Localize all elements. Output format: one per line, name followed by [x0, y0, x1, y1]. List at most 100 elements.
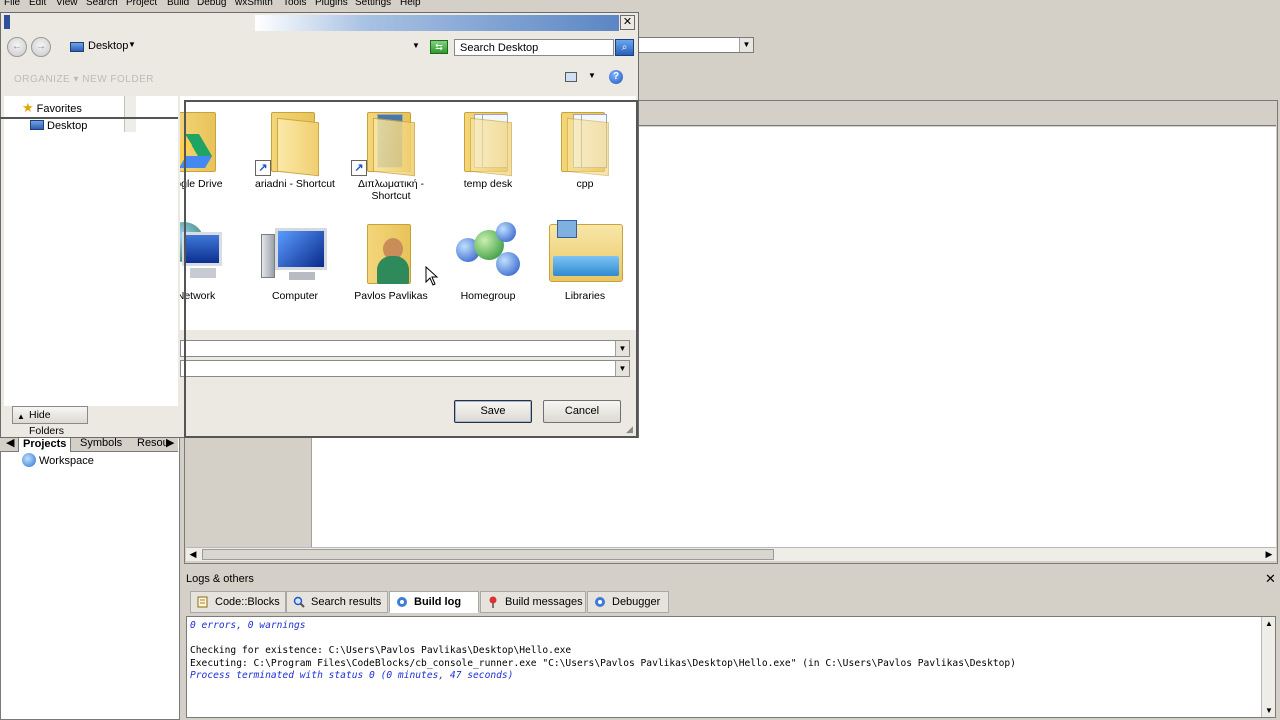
scrollbar-thumb[interactable] — [202, 549, 774, 560]
chevron-down-icon[interactable]: ▼ — [128, 40, 136, 49]
address-text: Desktop — [88, 40, 129, 52]
scroll-down-icon[interactable]: ▼ — [1265, 706, 1273, 715]
tab-build-log[interactable]: Build log ✕ — [389, 591, 492, 613]
file-label: Libraries — [564, 290, 606, 302]
gear-icon — [595, 597, 605, 607]
scroll-left-icon[interactable]: ◀ — [186, 548, 200, 561]
file-item-temp-desk[interactable]: temp desk — [442, 104, 534, 190]
file-item-libraries[interactable]: Libraries — [539, 216, 631, 302]
tab-search-results[interactable]: Search results — [286, 591, 388, 613]
chevron-down-icon[interactable]: ▼ — [615, 341, 629, 356]
file-label: ariadni - Shortcut — [255, 178, 335, 190]
mouse-cursor-icon — [425, 266, 439, 286]
file-label: temp desk — [463, 178, 513, 190]
build-log-output[interactable]: 0 errors, 0 warnings Checking for existe… — [186, 616, 1276, 718]
file-item-computer[interactable]: Computer — [249, 216, 341, 302]
chevron-down-icon: ▼ — [739, 38, 753, 52]
menu-tools[interactable]: Tools — [283, 0, 306, 8]
scroll-right-icon[interactable]: ▶ — [1262, 548, 1276, 561]
menu-debug[interactable]: Debug — [197, 0, 226, 8]
tab-debugger[interactable]: Debugger — [587, 591, 669, 613]
folder-icon — [549, 104, 621, 177]
hide-folders-button[interactable]: ▲ Hide Folders — [12, 406, 88, 437]
homegroup-icon — [452, 216, 524, 288]
toolbar-commands-faded: ORGANIZE ▾ NEW FOLDER — [14, 74, 154, 85]
search-icon[interactable]: ⌕ — [615, 39, 634, 56]
menu-search[interactable]: Search — [86, 0, 118, 8]
save-button[interactable]: Save — [454, 400, 532, 423]
chevron-down-icon[interactable]: ▼ — [412, 41, 420, 50]
file-item-diplomatiki-shortcut[interactable]: ↗ Διπλωματική - Shortcut — [345, 104, 437, 202]
file-label: Pavlos Pavlikas — [354, 290, 428, 302]
file-list[interactable]: oogle Drive ↗ ariadni - Shortcut ↗ Διπλω… — [180, 96, 636, 330]
refresh-icon[interactable]: ⇆ — [430, 40, 448, 54]
desktop-icon — [70, 42, 84, 52]
menu-plugins[interactable]: Plugins — [315, 0, 348, 8]
nav-item-favorites[interactable]: ★ Favorites — [22, 100, 82, 116]
tab-codeblocks-log[interactable]: Code::Blocks — [190, 591, 286, 613]
menu-file[interactable]: File — [4, 0, 20, 8]
tab-build-messages[interactable]: Build messages — [480, 591, 586, 613]
network-icon — [180, 216, 232, 288]
workspace-icon — [22, 453, 36, 467]
folder-shortcut-icon: ↗ — [351, 104, 427, 177]
views-icon[interactable] — [565, 72, 577, 82]
log-line: Checking for existence: C:\Users\Pavlos … — [190, 645, 572, 656]
dialog-titlebar[interactable] — [255, 15, 619, 31]
desktop-icon — [30, 120, 44, 130]
file-item-cpp[interactable]: cpp — [539, 104, 631, 190]
chevron-down-icon[interactable]: ▼ — [588, 71, 596, 80]
file-item-pavlos-pavlikas[interactable]: Pavlos Pavlikas — [345, 216, 437, 302]
menu-settings[interactable]: Settings — [355, 0, 391, 8]
toolbar-combo[interactable]: ▼ — [638, 37, 754, 53]
file-item-homegroup[interactable]: Homegroup — [442, 216, 534, 302]
logs-vertical-scrollbar[interactable]: ▲ ▼ — [1261, 617, 1275, 717]
back-icon[interactable]: ← — [7, 37, 27, 57]
folder-shortcut-icon: ↗ — [255, 104, 331, 177]
close-icon[interactable]: ✕ — [620, 15, 635, 30]
gear-icon — [397, 597, 407, 607]
file-label: Computer — [271, 290, 319, 302]
menu-wxsmith[interactable]: wxSmith — [235, 0, 273, 8]
workspace-tree-item[interactable]: Workspace — [22, 453, 94, 469]
log-line: Process terminated with status 0 (0 minu… — [190, 670, 514, 681]
shortcut-arrow-icon: ↗ — [351, 160, 367, 176]
search-input[interactable]: Search Desktop — [454, 39, 614, 56]
help-icon[interactable]: ? — [609, 70, 623, 84]
cancel-button[interactable]: Cancel — [543, 400, 621, 423]
scroll-up-icon[interactable]: ▲ — [1265, 619, 1273, 628]
menu-project[interactable]: Project — [126, 0, 157, 8]
save-as-type-combobox[interactable]: ▼ — [180, 360, 630, 377]
management-panel — [0, 428, 180, 720]
shortcut-arrow-icon: ↗ — [255, 160, 271, 176]
chevron-down-icon[interactable]: ▼ — [615, 361, 629, 376]
file-item-network[interactable]: Network — [180, 216, 242, 302]
nav-scrollbar[interactable] — [124, 96, 136, 132]
tab-label: Build messages — [505, 596, 583, 608]
editor-horizontal-scrollbar[interactable]: ◀ ▶ — [186, 547, 1276, 561]
logs-panel-title: Logs & others — [186, 573, 254, 585]
app-icon — [4, 15, 10, 29]
pin-icon — [489, 596, 497, 608]
file-label: cpp — [576, 178, 594, 190]
libraries-icon — [549, 216, 623, 288]
file-item-google-drive[interactable]: oogle Drive — [180, 104, 242, 190]
close-icon[interactable]: ✕ — [1265, 571, 1276, 587]
window-outline-edge — [0, 117, 178, 119]
file-label: Homegroup — [460, 290, 516, 302]
menu-build[interactable]: Build — [167, 0, 189, 8]
menu-view[interactable]: View — [56, 0, 78, 8]
chevron-up-icon: ▲ — [17, 412, 25, 421]
resize-grip-icon[interactable]: ◢ — [626, 424, 633, 435]
nav-item-desktop[interactable]: Desktop — [30, 118, 87, 134]
address-field[interactable]: Desktop ▼ ▼ — [66, 38, 426, 56]
tab-label: Code::Blocks — [215, 596, 280, 608]
file-name-combobox[interactable]: ▼ — [180, 340, 630, 357]
file-item-ariadni-shortcut[interactable]: ↗ ariadni - Shortcut — [249, 104, 341, 190]
forward-icon[interactable]: → — [31, 37, 51, 57]
menu-edit[interactable]: Edit — [29, 0, 46, 8]
menu-bar: File Edit View Search Project Build Debu… — [0, 0, 1280, 9]
file-label: oogle Drive — [180, 178, 223, 190]
menu-help[interactable]: Help — [400, 0, 421, 8]
